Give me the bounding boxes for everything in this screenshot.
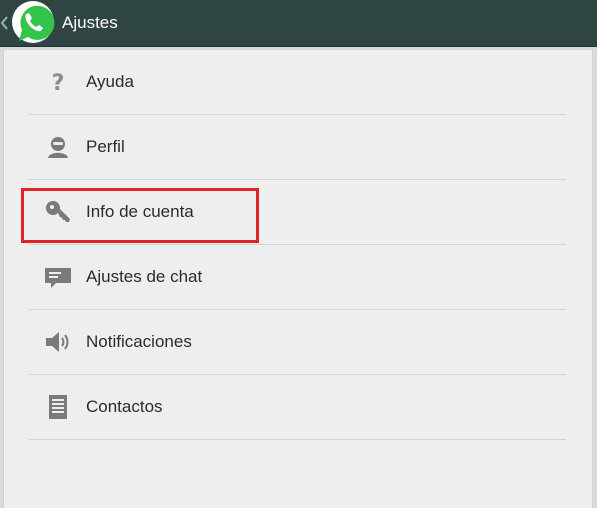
page-title: Ajustes [62, 13, 118, 32]
settings-item-label: Ajustes de chat [86, 267, 203, 286]
whatsapp-logo[interactable] [10, 0, 56, 46]
action-bar: Ajustes [0, 0, 597, 47]
contacts-icon [49, 395, 67, 419]
profile-icon [48, 137, 68, 158]
settings-item-perfil[interactable]: Perfil [29, 115, 566, 180]
highlight-box [21, 188, 259, 243]
settings-item-notificaciones[interactable]: Notificaciones [29, 310, 566, 375]
settings-item-label: Contactos [86, 397, 163, 416]
chat-icon [45, 268, 71, 288]
settings-panel: ? Ayuda Perfil Info de cuenta Ajustes de… [3, 50, 593, 508]
speaker-icon [46, 332, 69, 352]
settings-item-ayuda[interactable]: ? Ayuda [29, 50, 566, 115]
svg-text:?: ? [52, 71, 65, 95]
settings-item-label: Notificaciones [86, 332, 192, 351]
chevron-left-icon[interactable] [0, 14, 10, 32]
settings-item-contactos[interactable]: Contactos [29, 375, 566, 440]
settings-item-label: Perfil [86, 137, 125, 156]
settings-item-ajustes-de-chat[interactable]: Ajustes de chat [29, 245, 566, 310]
settings-item-label: Ayuda [86, 72, 134, 91]
help-icon: ? [52, 71, 65, 95]
